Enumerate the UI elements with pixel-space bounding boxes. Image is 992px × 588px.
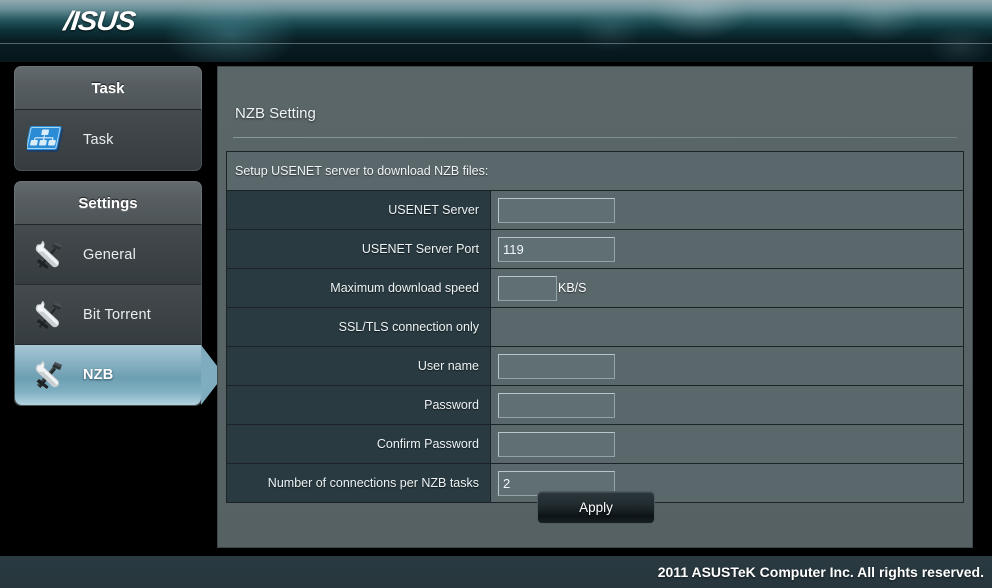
asus-logo: /ISUS [62,6,137,36]
label-ssl-tls-connection-only: SSL/TLS connection only [226,307,491,347]
asus-download-master-window: /ISUS Task Task Settings General Bit Tor… [0,0,992,588]
sidebar-panel-settings: Settings General Bit Torrent NZB [14,181,224,406]
app-header-banner: /ISUS [0,0,992,62]
password-input[interactable] [498,392,615,418]
sidebar-panel-task: Task Task [14,66,202,171]
tools-icon [27,237,71,273]
value-maximum-download-speed: KB/S [490,268,964,308]
sidebar-panel-title-settings: Settings [14,181,202,225]
table-row: SSL/TLS connection only [226,307,964,347]
sidebar: Task Task Settings General Bit Torrent N… [14,66,224,416]
page-title: NZB Setting [235,105,316,122]
usenet-server-input[interactable] [498,197,615,223]
label-user-name: User name [226,346,491,386]
label-usenet-server-port: USENET Server Port [226,229,491,269]
network-task-icon [25,122,71,158]
table-row: Password [226,385,964,425]
table-row: User name [226,346,964,386]
nzb-settings-table: Setup USENET server to download NZB file… [226,151,964,503]
apply-button-area: Apply [218,491,974,524]
sidebar-item-label-general: General [83,246,136,263]
section-header-label: Setup USENET server to download NZB file… [226,151,964,191]
speed-unit-label: KB/S [558,281,587,295]
footer: 2011 ASUSTeK Computer Inc. All rights re… [0,556,992,588]
tools-icon [27,297,71,333]
value-password [490,385,964,425]
sidebar-item-label-task: Task [83,132,114,148]
value-usenet-server [490,190,964,230]
table-row: Maximum download speed KB/S [226,268,964,308]
content-panel: NZB Setting Setup USENET server to downl… [217,66,973,548]
sidebar-item-nzb[interactable]: NZB [15,345,224,405]
sidebar-item-general[interactable]: General [15,225,201,285]
table-row: USENET Server [226,190,964,230]
sidebar-panel-body-settings: General Bit Torrent NZB [14,225,224,406]
table-section-header-row: Setup USENET server to download NZB file… [226,151,964,191]
maximum-download-speed-input[interactable] [498,275,557,301]
label-maximum-download-speed: Maximum download speed [226,268,491,308]
label-password: Password [226,385,491,425]
sidebar-panel-body-task: Task [14,110,202,171]
user-name-input[interactable] [498,353,615,379]
apply-button[interactable]: Apply [537,491,655,524]
table-row: USENET Server Port [226,229,964,269]
tools-icon [27,357,71,393]
sidebar-panel-title-task: Task [14,66,202,110]
sidebar-item-label-bit-torrent: Bit Torrent [83,306,152,323]
label-usenet-server: USENET Server [226,190,491,230]
value-usenet-server-port [490,229,964,269]
value-confirm-password [490,424,964,464]
title-divider [233,137,957,138]
value-user-name [490,346,964,386]
header-divider-line [0,43,992,44]
confirm-password-input[interactable] [498,431,615,457]
table-row: Confirm Password [226,424,964,464]
value-ssl-tls-connection-only[interactable] [490,307,964,347]
copyright-text: 2011 ASUSTeK Computer Inc. All rights re… [657,564,984,580]
sidebar-item-task[interactable]: Task [15,110,201,170]
label-confirm-password: Confirm Password [226,424,491,464]
sidebar-item-bit-torrent[interactable]: Bit Torrent [15,285,201,345]
workspace: Task Task Settings General Bit Torrent N… [0,62,992,556]
sidebar-item-label-nzb: NZB [83,367,114,383]
usenet-server-port-input[interactable] [498,236,615,262]
